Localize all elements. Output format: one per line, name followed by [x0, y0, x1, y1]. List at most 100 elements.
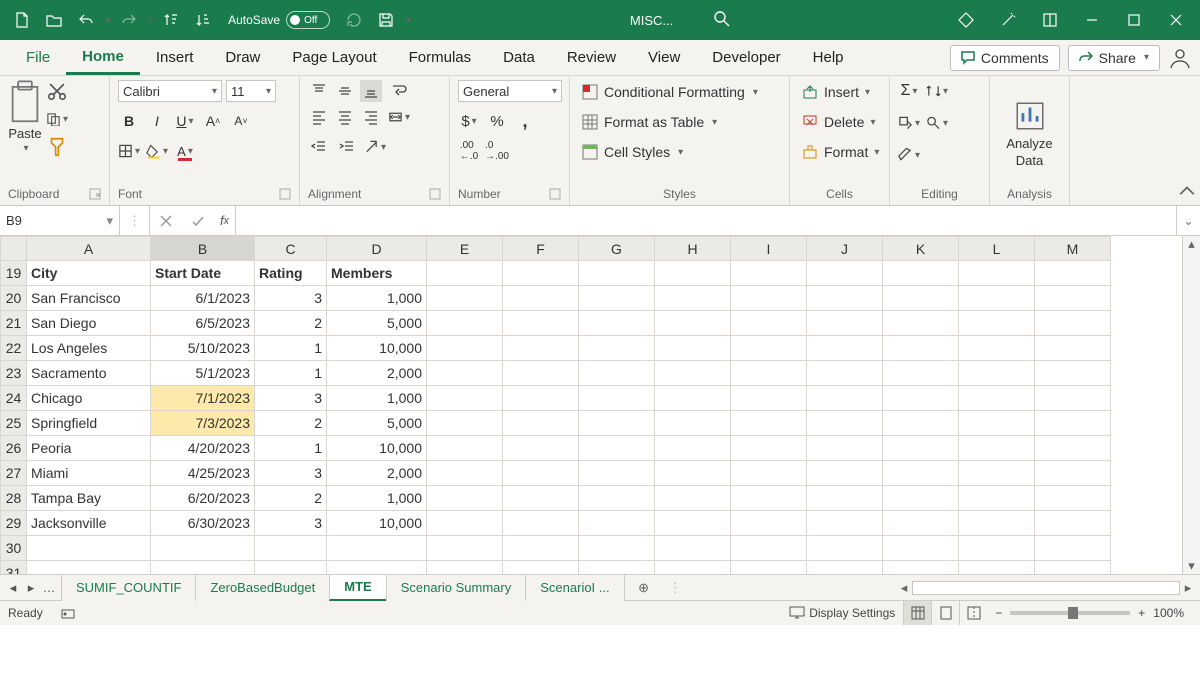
clear-icon[interactable]: ▾ — [898, 144, 920, 166]
tab-page-layout[interactable]: Page Layout — [276, 40, 392, 75]
tab-insert[interactable]: Insert — [140, 40, 210, 75]
format-painter-icon[interactable] — [46, 136, 68, 158]
column-header[interactable]: E — [427, 237, 503, 261]
cell[interactable] — [883, 386, 959, 411]
wand-icon[interactable] — [992, 6, 1024, 34]
cell[interactable] — [883, 286, 959, 311]
cell[interactable]: 3 — [255, 386, 327, 411]
italic-button[interactable]: I — [146, 110, 168, 132]
collapse-ribbon-icon[interactable] — [1178, 183, 1196, 201]
open-file-icon[interactable] — [40, 6, 68, 34]
cell[interactable] — [427, 511, 503, 536]
sheet-nav-more-icon[interactable]: … — [42, 580, 56, 595]
vertical-scrollbar[interactable]: ▴ ▾ — [1182, 236, 1200, 574]
row-header[interactable]: 20 — [1, 286, 27, 311]
cell[interactable]: 7/3/2023 — [151, 411, 255, 436]
cell[interactable] — [151, 536, 255, 561]
cell[interactable] — [579, 436, 655, 461]
normal-view-button[interactable] — [903, 601, 931, 625]
cell[interactable] — [1035, 336, 1111, 361]
cell[interactable] — [883, 261, 959, 286]
cell[interactable]: Rating — [255, 261, 327, 286]
cell[interactable] — [731, 286, 807, 311]
cell[interactable] — [731, 461, 807, 486]
cell[interactable]: 1,000 — [327, 386, 427, 411]
autosum-icon[interactable]: Σ▾ — [898, 80, 920, 102]
accounting-format-icon[interactable]: $▾ — [458, 110, 480, 132]
font-launcher-icon[interactable] — [279, 188, 291, 200]
align-bottom-icon[interactable] — [360, 80, 382, 102]
search-icon[interactable] — [713, 10, 731, 31]
cell[interactable] — [883, 311, 959, 336]
undo-more-icon[interactable]: ▾ — [106, 15, 111, 26]
cell[interactable]: 6/20/2023 — [151, 486, 255, 511]
cell[interactable] — [807, 336, 883, 361]
cell[interactable]: 2,000 — [327, 361, 427, 386]
cell[interactable] — [655, 361, 731, 386]
cell[interactable]: San Diego — [27, 311, 151, 336]
cell[interactable] — [959, 386, 1035, 411]
column-header[interactable]: B — [151, 237, 255, 261]
maximize-button[interactable] — [1118, 6, 1150, 34]
cell[interactable]: 1 — [255, 436, 327, 461]
orientation-icon[interactable]: ▾ — [364, 136, 386, 158]
new-sheet-button[interactable]: ⊕ — [633, 577, 655, 599]
cancel-formula-icon[interactable] — [150, 206, 182, 235]
cell[interactable] — [327, 536, 427, 561]
cell[interactable]: Chicago — [27, 386, 151, 411]
row-header[interactable]: 25 — [1, 411, 27, 436]
save-icon[interactable] — [372, 6, 400, 34]
tab-help[interactable]: Help — [797, 40, 860, 75]
cell[interactable] — [959, 261, 1035, 286]
cell[interactable]: 1 — [255, 361, 327, 386]
cell[interactable]: 1,000 — [327, 486, 427, 511]
cell[interactable] — [503, 536, 579, 561]
namebox-resize-handle[interactable]: ⋮ — [120, 206, 150, 235]
horizontal-scrollbar[interactable]: ◂▸ — [896, 580, 1196, 596]
sheet-tab-mte[interactable]: MTE — [329, 575, 386, 601]
insert-cells-button[interactable]: Insert▾ — [798, 80, 874, 104]
row-header[interactable]: 21 — [1, 311, 27, 336]
row-header[interactable]: 31 — [1, 561, 27, 575]
cell[interactable] — [579, 261, 655, 286]
cell[interactable] — [807, 436, 883, 461]
row-header[interactable]: 27 — [1, 461, 27, 486]
row-header[interactable]: 30 — [1, 536, 27, 561]
cell[interactable] — [503, 561, 579, 575]
cell[interactable] — [807, 461, 883, 486]
cell[interactable] — [959, 336, 1035, 361]
cell[interactable] — [1035, 286, 1111, 311]
cell[interactable]: 1 — [255, 336, 327, 361]
sort-desc-icon[interactable] — [190, 6, 218, 34]
align-center-icon[interactable] — [334, 106, 356, 128]
cell[interactable] — [807, 361, 883, 386]
cell[interactable] — [1035, 561, 1111, 575]
cell[interactable] — [655, 386, 731, 411]
cell[interactable] — [807, 486, 883, 511]
cell[interactable] — [503, 361, 579, 386]
tab-developer[interactable]: Developer — [696, 40, 796, 75]
font-name-select[interactable]: Calibri▾ — [118, 80, 222, 102]
cell[interactable] — [959, 536, 1035, 561]
cell[interactable] — [1035, 311, 1111, 336]
new-file-icon[interactable] — [8, 6, 36, 34]
cell[interactable] — [427, 386, 503, 411]
sort-filter-icon[interactable]: ▾ — [926, 80, 948, 102]
cell[interactable]: 6/30/2023 — [151, 511, 255, 536]
fill-color-icon[interactable]: ▾ — [146, 140, 168, 162]
cell[interactable] — [427, 261, 503, 286]
cell[interactable] — [655, 311, 731, 336]
cell[interactable]: Members — [327, 261, 427, 286]
cell[interactable] — [731, 486, 807, 511]
cell[interactable] — [655, 486, 731, 511]
underline-button[interactable]: U▾ — [174, 110, 196, 132]
cell[interactable]: 2 — [255, 311, 327, 336]
comma-format-icon[interactable]: , — [514, 110, 536, 132]
cell[interactable] — [1035, 411, 1111, 436]
column-header[interactable]: D — [327, 237, 427, 261]
cell[interactable] — [503, 486, 579, 511]
cell[interactable] — [883, 336, 959, 361]
increase-indent-icon[interactable] — [336, 136, 358, 158]
cell[interactable] — [655, 511, 731, 536]
cell[interactable] — [883, 511, 959, 536]
